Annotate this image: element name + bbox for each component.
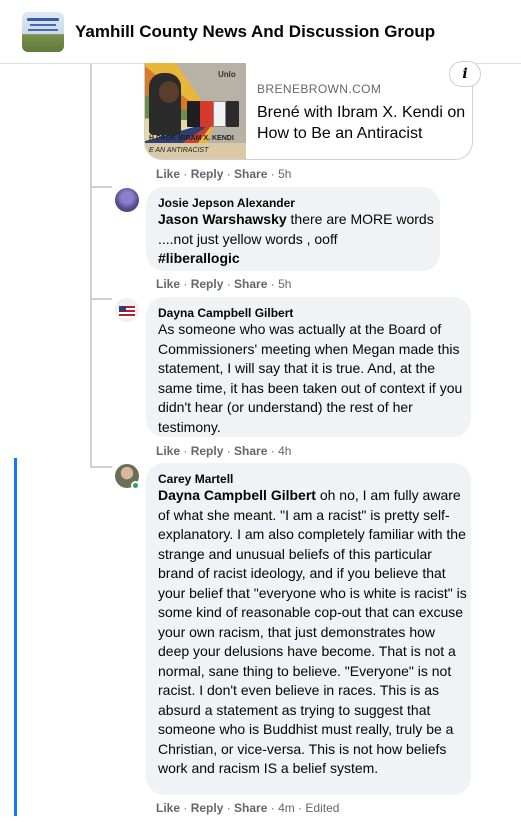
image-caption: E AN ANTIRACIST <box>149 147 209 154</box>
comment-timestamp[interactable]: 4h <box>278 444 291 458</box>
reply-button[interactable]: Reply <box>191 277 224 291</box>
thread-line <box>90 314 92 466</box>
comment-text: Dayna Campbell Gilbert oh no, I am fully… <box>158 487 467 776</box>
comment-timestamp[interactable]: 5h <box>278 277 291 291</box>
thread-connector <box>90 466 112 468</box>
like-button[interactable]: Like <box>156 277 180 291</box>
image-text: Unlo <box>218 70 236 79</box>
comment-bubble: Josie Jepson Alexander Jason Warshawsky … <box>146 187 440 271</box>
link-title[interactable]: Brené with Ibram X. Kendi on How to Be a… <box>257 102 467 144</box>
thread-line <box>90 64 92 204</box>
link-preview-image[interactable]: Unlo H PROF. IBRAM X. KENDI E AN ANTIRAC… <box>145 63 246 159</box>
comment-actions: Like · Reply · Share · 4m · Edited <box>156 801 340 815</box>
reply-button[interactable]: Reply <box>191 444 224 458</box>
comment-bubble: Carey Martell Dayna Campbell Gilbert oh … <box>146 463 471 795</box>
thread-connector <box>90 298 112 300</box>
share-button[interactable]: Share <box>234 277 267 291</box>
comment-text: Jason Warshawsky there are MORE words ..… <box>158 211 434 266</box>
avatar[interactable] <box>115 298 139 322</box>
like-button[interactable]: Like <box>156 801 180 815</box>
comment-actions: Like · Reply · Share · 5h <box>156 167 292 181</box>
mention-link[interactable]: Jason Warshawsky <box>158 211 287 227</box>
share-button[interactable]: Share <box>234 444 267 458</box>
reply-button[interactable]: Reply <box>191 167 224 181</box>
share-button[interactable]: Share <box>234 801 267 815</box>
info-icon[interactable]: i <box>449 61 481 87</box>
comment-author[interactable]: Josie Jepson Alexander <box>158 196 295 210</box>
share-button[interactable]: Share <box>234 167 267 181</box>
group-name[interactable]: Yamhill County News And Discussion Group <box>75 22 435 42</box>
avatar[interactable] <box>115 188 139 212</box>
hashtag-link[interactable]: #liberallogic <box>158 250 240 266</box>
thread-connector <box>90 186 112 188</box>
comment-author[interactable]: Dayna Campbell Gilbert <box>158 306 293 320</box>
comment-author[interactable]: Carey Martell <box>158 472 233 486</box>
comment-text: As someone who was actually at the Board… <box>158 321 463 435</box>
comment-actions: Like · Reply · Share · 4h <box>156 444 292 458</box>
online-status-dot <box>131 481 140 490</box>
active-thread-indicator <box>14 458 17 816</box>
mention-link[interactable]: Dayna Campbell Gilbert <box>158 487 316 503</box>
image-caption: H PROF. IBRAM X. KENDI <box>149 135 234 142</box>
comment-actions: Like · Reply · Share · 5h <box>156 277 292 291</box>
like-button[interactable]: Like <box>156 167 180 181</box>
group-cover-thumbnail[interactable] <box>22 12 64 52</box>
comment-bubble: Dayna Campbell Gilbert As someone who wa… <box>146 297 471 437</box>
reply-button[interactable]: Reply <box>191 801 224 815</box>
group-header: Yamhill County News And Discussion Group <box>0 0 521 64</box>
edited-label[interactable]: Edited <box>305 801 339 815</box>
comment-timestamp[interactable]: 5h <box>278 167 291 181</box>
comment-timestamp[interactable]: 4m <box>278 801 295 815</box>
like-button[interactable]: Like <box>156 444 180 458</box>
link-domain: BRENEBROWN.COM <box>257 82 382 96</box>
